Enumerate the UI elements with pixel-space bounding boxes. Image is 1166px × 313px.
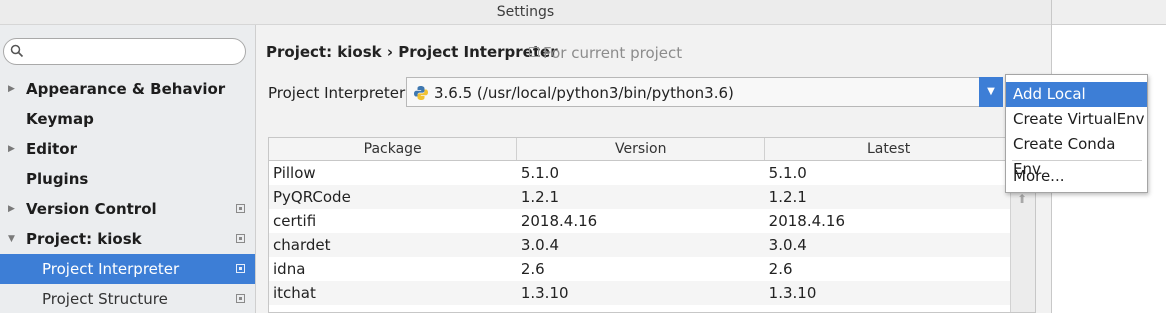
search-icon bbox=[10, 44, 24, 58]
sidebar-item-label: Project Interpreter bbox=[42, 260, 180, 278]
search-input[interactable] bbox=[3, 38, 246, 65]
project-scope-icon bbox=[529, 47, 539, 57]
window-title: Settings bbox=[0, 0, 1051, 25]
menu-separator bbox=[1012, 160, 1142, 161]
package-version-cell: 5.1.0 bbox=[520, 164, 559, 182]
menu-item-more[interactable]: More... bbox=[1006, 164, 1147, 189]
packages-grid: Package Version Latest Pillow 5.1.0 5.1.… bbox=[269, 138, 1013, 305]
sidebar-item-label: Appearance & Behavior bbox=[26, 80, 226, 98]
background-window-edge bbox=[1052, 0, 1166, 25]
package-version-cell: 3.0.4 bbox=[516, 233, 765, 257]
breadcrumb: Project: kiosk › Project Interpreter bbox=[266, 43, 558, 61]
package-latest-cell: 5.1.0 bbox=[768, 164, 807, 182]
package-version-cell: 1.2.1 bbox=[516, 185, 765, 209]
collapse-arrow-icon[interactable]: ▼ bbox=[8, 224, 15, 254]
sidebar-item-project-interpreter[interactable]: Project Interpreter bbox=[0, 254, 255, 284]
expand-arrow-icon[interactable]: ▶ bbox=[8, 74, 15, 104]
menu-item-create-virtualenv[interactable]: Create VirtualEnv bbox=[1006, 107, 1147, 132]
project-scope-icon bbox=[236, 264, 245, 273]
package-latest-cell: 2.6 bbox=[768, 260, 793, 278]
table-row[interactable]: idna 2.6 2.6 bbox=[269, 257, 1013, 281]
settings-sidebar: ▶ Appearance & Behavior Keymap ▶ Editor … bbox=[0, 25, 256, 313]
sidebar-item-label: Version Control bbox=[26, 200, 157, 218]
scope-note: For current project bbox=[529, 44, 682, 62]
python-icon bbox=[414, 86, 428, 100]
chevron-down-icon[interactable]: ▼ bbox=[979, 77, 1003, 107]
interpreter-label: Project Interpreter: bbox=[268, 84, 410, 102]
table-row[interactable]: PyQRCode 1.2.1 1.2.1 bbox=[269, 185, 1013, 209]
package-name-cell: chardet bbox=[269, 233, 517, 257]
column-header-package[interactable]: Package bbox=[269, 138, 518, 161]
upgrade-arrow-icon[interactable]: ⬆ bbox=[1017, 192, 1027, 206]
column-header-version[interactable]: Version bbox=[516, 138, 766, 161]
sidebar-item-appearance-behavior[interactable]: ▶ Appearance & Behavior bbox=[0, 74, 255, 104]
package-version-cell: 2.6 bbox=[520, 260, 545, 278]
menu-item-add-local[interactable]: Add Local bbox=[1006, 82, 1147, 107]
settings-dialog: Settings ▶ Appearance & Behavior Keymap … bbox=[0, 0, 1052, 313]
column-header-latest[interactable]: Latest bbox=[764, 138, 1013, 161]
menu-item-create-conda-env[interactable]: Create Conda Env bbox=[1006, 132, 1147, 178]
package-latest-cell: 2018.4.16 bbox=[768, 212, 845, 230]
interpreter-options-menu: Add Local Create VirtualEnv Create Conda… bbox=[1005, 74, 1148, 193]
scope-note-text: For current project bbox=[543, 44, 683, 62]
package-latest-cell: 1.2.1 bbox=[764, 185, 1013, 209]
sidebar-item-label: Keymap bbox=[26, 110, 94, 128]
package-version-cell: 1.3.10 bbox=[516, 281, 765, 305]
table-row[interactable]: chardet 3.0.4 3.0.4 bbox=[269, 233, 1013, 257]
table-row[interactable]: certifi 2018.4.16 2018.4.16 bbox=[269, 209, 1013, 233]
package-name-cell: idna bbox=[273, 260, 306, 278]
project-scope-icon bbox=[236, 204, 245, 213]
expand-arrow-icon[interactable]: ▶ bbox=[8, 134, 15, 164]
package-version-cell: 2018.4.16 bbox=[520, 212, 598, 230]
package-name-cell: Pillow bbox=[273, 164, 316, 182]
package-name-cell: PyQRCode bbox=[269, 185, 517, 209]
sidebar-item-label: Project: kiosk bbox=[26, 230, 142, 248]
package-latest-cell: 1.3.10 bbox=[764, 281, 1013, 305]
sidebar-item-plugins[interactable]: Plugins bbox=[0, 164, 255, 194]
package-latest-cell: 3.0.4 bbox=[764, 233, 1013, 257]
interpreter-value: 3.6.5 (/usr/local/python3/bin/python3.6) bbox=[434, 84, 734, 102]
sidebar-item-label: Plugins bbox=[26, 170, 89, 188]
project-scope-icon bbox=[236, 234, 245, 243]
packages-table: Package Version Latest Pillow 5.1.0 5.1.… bbox=[268, 137, 1036, 313]
interpreter-select[interactable]: 3.6.5 (/usr/local/python3/bin/python3.6)… bbox=[406, 77, 1003, 107]
package-name-cell: itchat bbox=[269, 281, 517, 305]
sidebar-item-keymap[interactable]: Keymap bbox=[0, 104, 255, 134]
project-scope-icon bbox=[236, 294, 245, 303]
sidebar-item-version-control[interactable]: ▶ Version Control bbox=[0, 194, 255, 224]
sidebar-item-project-structure[interactable]: Project Structure bbox=[0, 284, 255, 313]
table-row[interactable]: itchat 1.3.10 1.3.10 bbox=[269, 281, 1013, 305]
sidebar-item-editor[interactable]: ▶ Editor bbox=[0, 134, 255, 164]
table-row[interactable]: Pillow 5.1.0 5.1.0 bbox=[269, 161, 1013, 186]
sidebar-item-label: Project Structure bbox=[42, 290, 168, 308]
sidebar-item-label: Editor bbox=[26, 140, 77, 158]
package-name-cell: certifi bbox=[273, 212, 317, 230]
sidebar-item-project-kiosk[interactable]: ▼ Project: kiosk bbox=[0, 224, 255, 254]
expand-arrow-icon[interactable]: ▶ bbox=[8, 194, 15, 224]
